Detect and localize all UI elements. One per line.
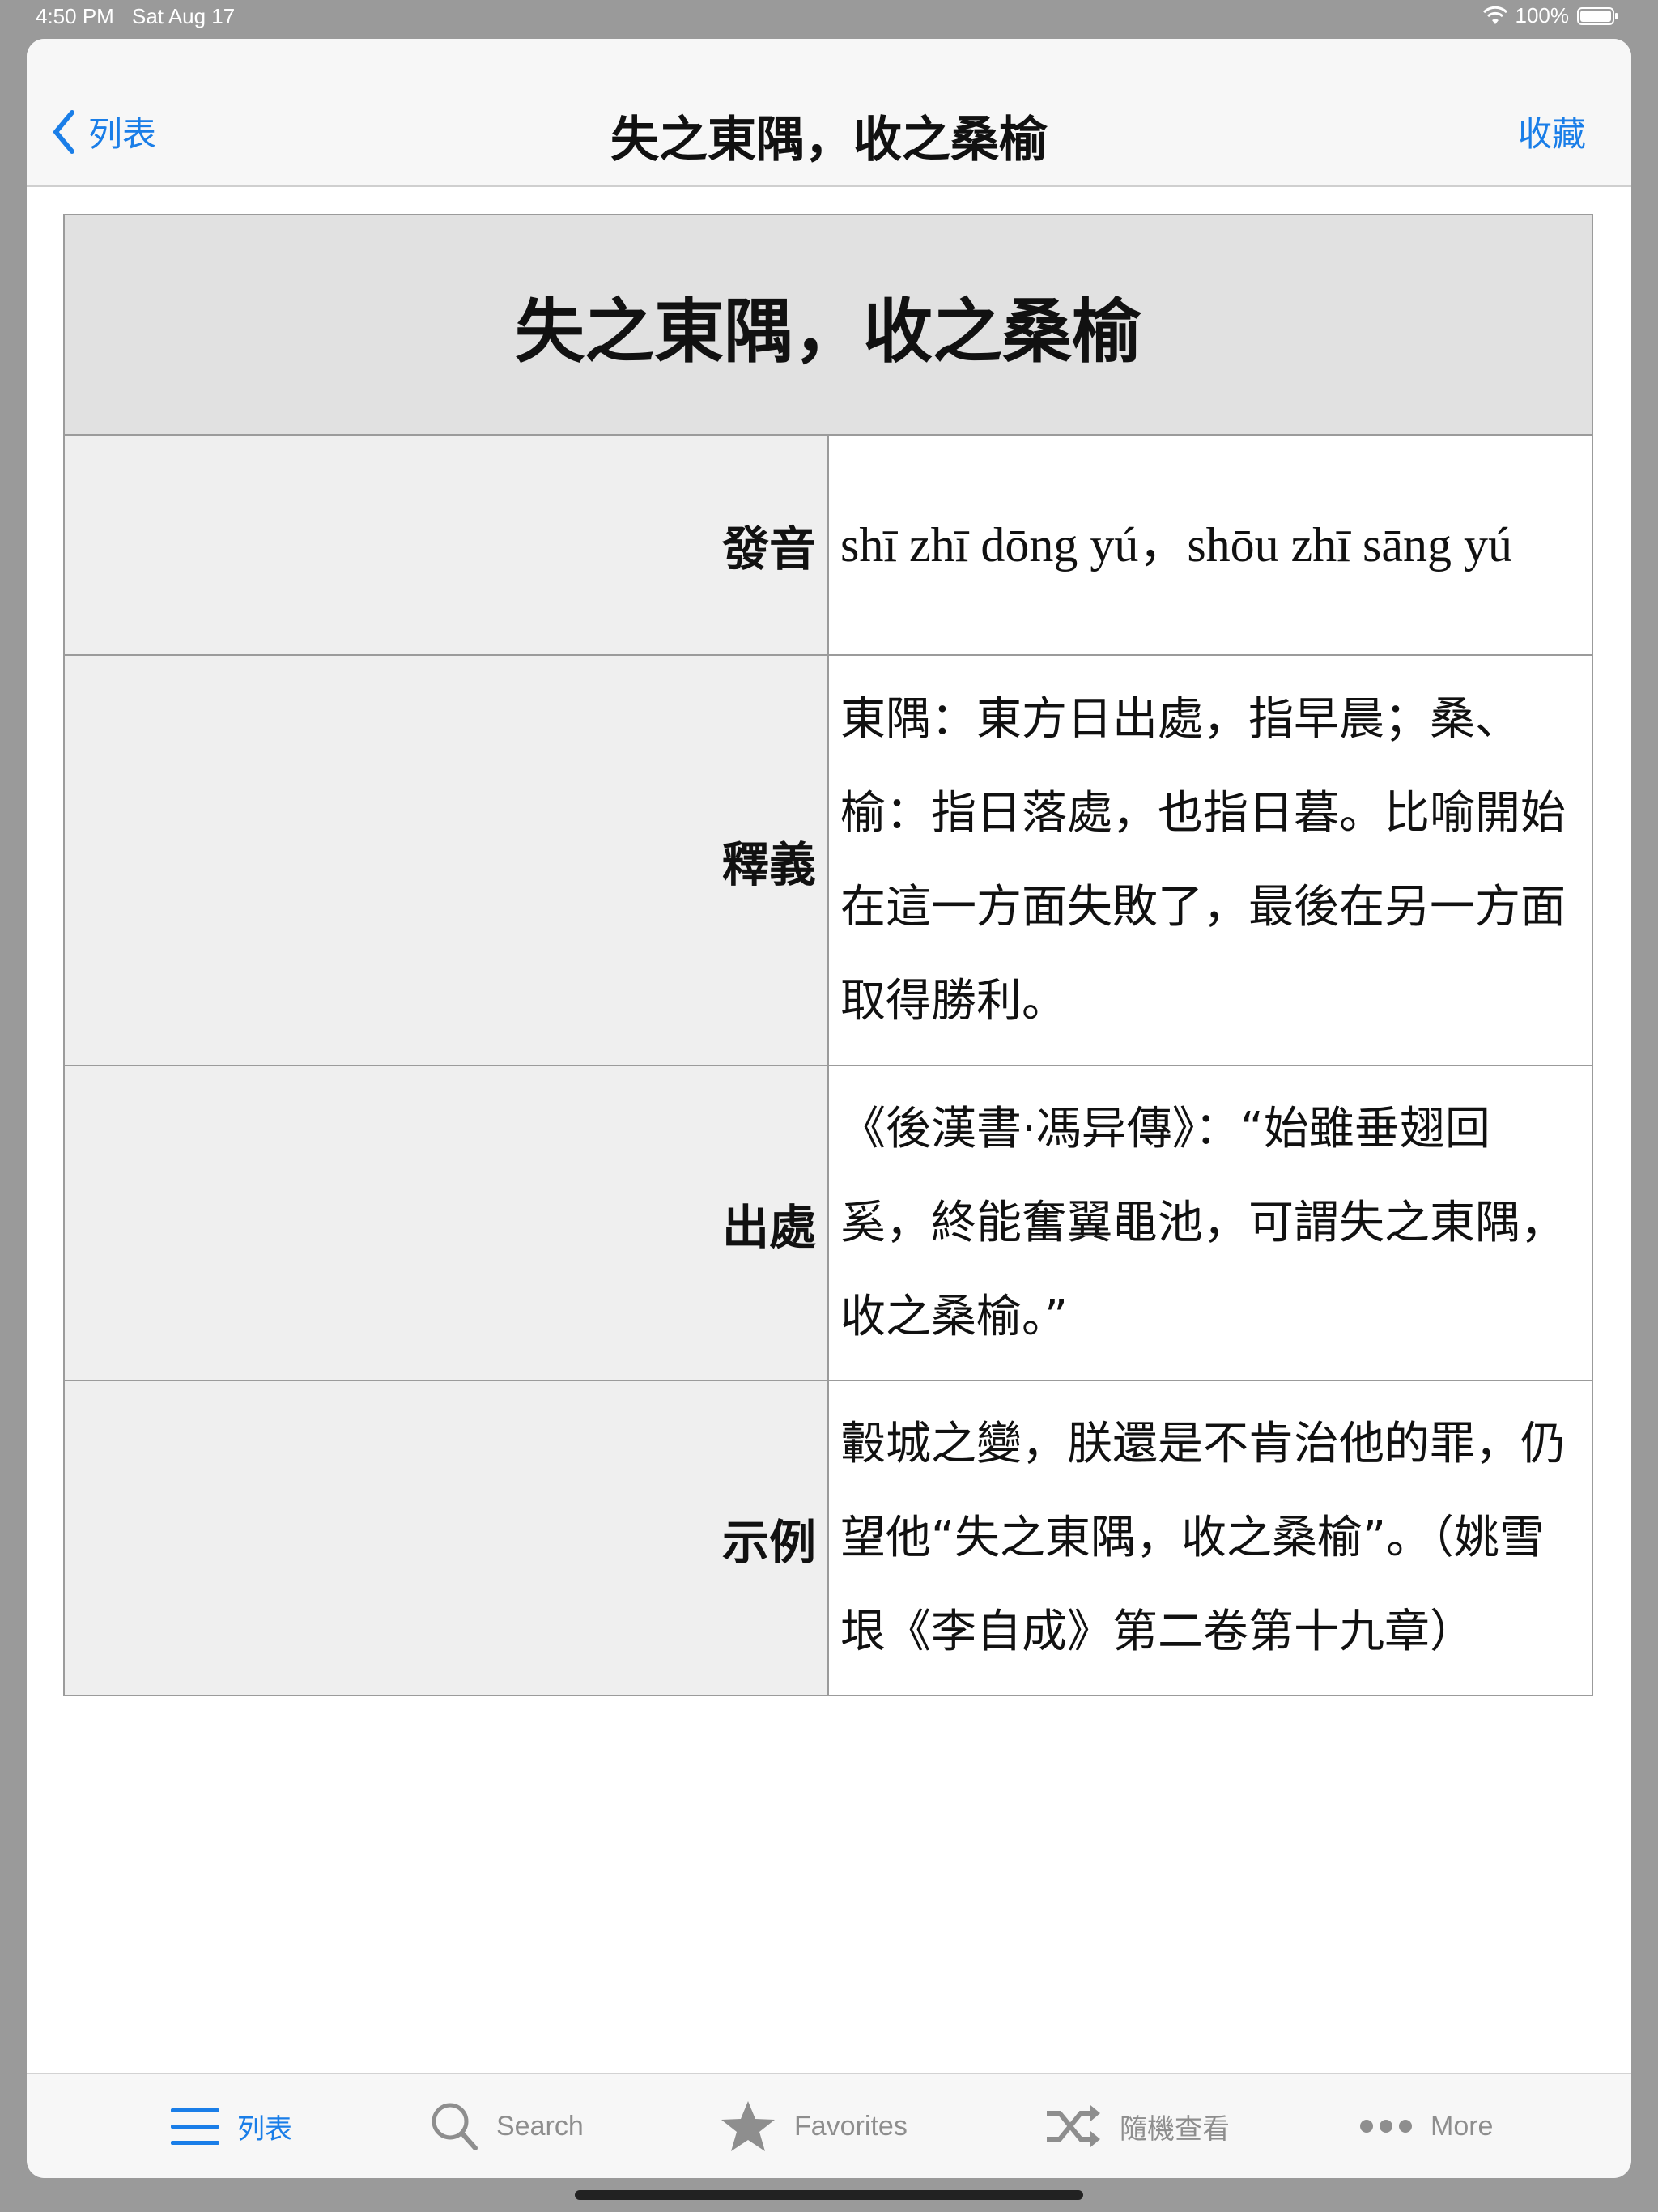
- tab-more-label: More: [1431, 2110, 1494, 2142]
- status-date: Sat Aug 17: [132, 4, 236, 28]
- wifi-icon: [1482, 6, 1507, 24]
- tab-more[interactable]: More: [1359, 2074, 1493, 2178]
- meaning-value: 東隅：東方日出處，指早晨；桑、榆：指日落處，也指日暮。比喻開始在這一方面失敗了，…: [827, 654, 1593, 1066]
- page-title: 失之東隅，收之桑榆: [610, 112, 1048, 168]
- source-label: 出處: [63, 1065, 829, 1381]
- tab-search-label: Search: [496, 2110, 584, 2142]
- navigation-bar: 列表 失之東隅，收之桑榆 收藏: [27, 39, 1631, 187]
- status-time: 4:50 PM: [36, 4, 114, 28]
- pronunciation-value: shī zhī dōng yú，shōu zhī sāng yú: [827, 434, 1593, 656]
- tab-favorites[interactable]: Favorites: [720, 2074, 908, 2178]
- idiom-heading: 失之東隅，收之桑榆: [63, 214, 1593, 436]
- more-icon: [1360, 2120, 1412, 2133]
- table-row-pronunciation: 發音 shī zhī dōng yú，shōu zhī sāng yú: [63, 434, 1593, 656]
- pronunciation-label: 發音: [63, 434, 829, 656]
- example-label: 示例: [63, 1380, 829, 1696]
- status-bar: 4:50 PM Sat Aug 17 100%: [0, 0, 1658, 32]
- shuffle-icon: [1047, 2105, 1100, 2147]
- search-icon: [432, 2103, 478, 2150]
- source-value: 《後漢書·馮异傳》：“始雖垂翅回奚，終能奮翼黽池，可謂失之東隅，收之桑榆。”: [827, 1065, 1593, 1381]
- favorite-button[interactable]: 收藏: [1518, 107, 1586, 156]
- table-row-source: 出處 《後漢書·馮异傳》：“始雖垂翅回奚，終能奮翼黽池，可謂失之東隅，收之桑榆。…: [63, 1065, 1593, 1381]
- tab-random-label: 隨機查看: [1120, 2113, 1230, 2145]
- tab-favorites-label: Favorites: [794, 2110, 908, 2142]
- tab-random[interactable]: 隨機查看: [1045, 2074, 1230, 2178]
- home-indicator[interactable]: [575, 2190, 1083, 2200]
- battery-icon: [1577, 6, 1618, 25]
- star-icon: [721, 2101, 775, 2151]
- tab-list-label: 列表: [237, 2113, 292, 2145]
- status-indicators: 100%: [1482, 3, 1620, 28]
- example-value: 轂城之變，朕還是不肯治他的罪，仍望他“失之東隅，收之桑榆”。（姚雪垠《李自成》第…: [827, 1380, 1593, 1696]
- detail-sheet: 列表 失之東隅，收之桑榆 收藏 失之東隅，收之桑榆 發音 shī zhī dōn…: [27, 39, 1631, 2178]
- tab-search[interactable]: Search: [430, 2074, 584, 2178]
- idiom-detail-table: 失之東隅，收之桑榆 發音 shī zhī dōng yú，shōu zhī sā…: [63, 214, 1593, 1696]
- meaning-label: 釋義: [63, 654, 829, 1066]
- table-row-meaning: 釋義 東隅：東方日出處，指早晨；桑、榆：指日落處，也指日暮。比喻開始在這一方面失…: [63, 654, 1593, 1066]
- tab-bar: 列表 Search Favorites 隨機查看 More: [27, 2073, 1631, 2178]
- list-icon: [171, 2108, 219, 2145]
- tab-list[interactable]: 列表: [171, 2074, 292, 2178]
- table-row-example: 示例 轂城之變，朕還是不肯治他的罪，仍望他“失之東隅，收之桑榆”。（姚雪垠《李自…: [63, 1380, 1593, 1696]
- battery-percent: 100%: [1515, 3, 1570, 28]
